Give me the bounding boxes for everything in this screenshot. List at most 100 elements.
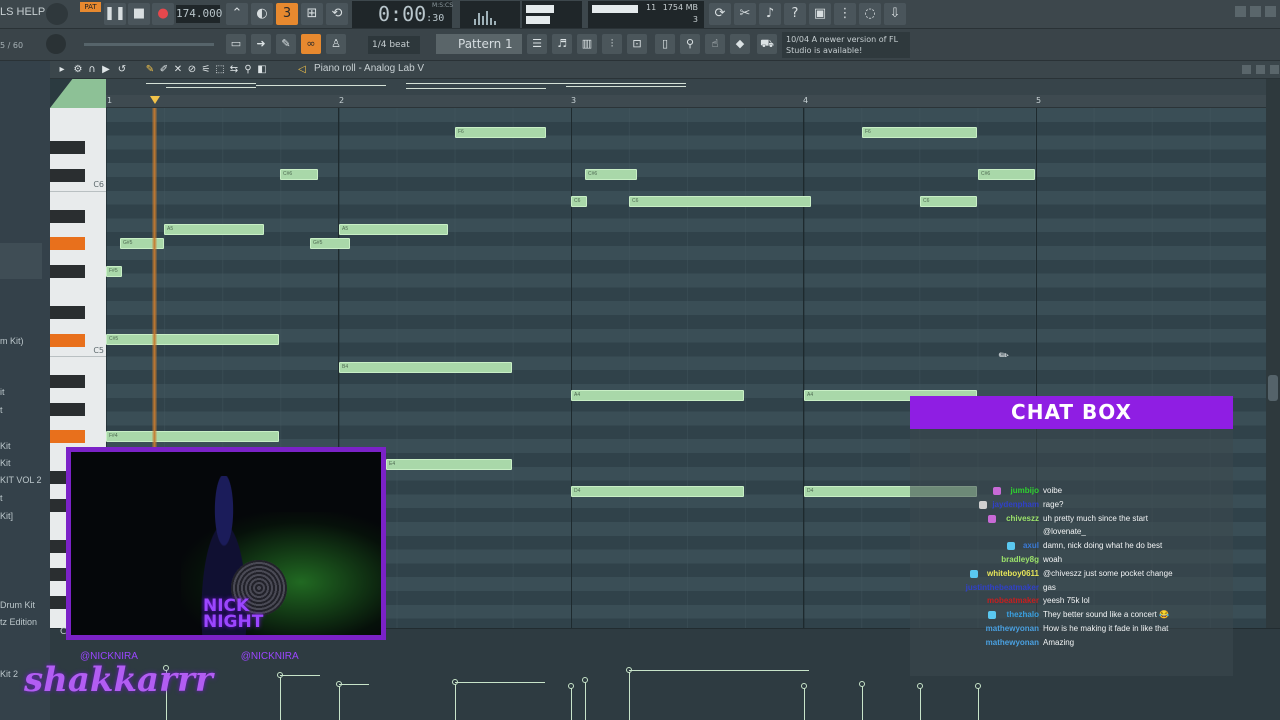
arrow-right-icon[interactable]: ➜ <box>251 34 271 54</box>
black-key-active[interactable] <box>50 430 85 443</box>
vertical-scroll-thumb[interactable] <box>1268 375 1278 401</box>
stop-button[interactable]: ■ <box>128 3 150 25</box>
cart-icon[interactable]: ⛟ <box>757 34 777 54</box>
refresh-icon[interactable]: ⟳ <box>709 3 731 25</box>
velocity-stem[interactable] <box>920 686 921 720</box>
timeline-ruler[interactable]: 1 2 3 4 5 <box>106 95 1266 108</box>
help-menu[interactable]: LS HELP <box>0 6 45 18</box>
browser-item[interactable]: it <box>0 387 5 397</box>
pr-close-icon[interactable] <box>1270 65 1279 74</box>
browser-item[interactable]: KIT VOL 2 <box>0 475 42 485</box>
velocity-handle[interactable] <box>582 677 588 683</box>
speaker-icon[interactable]: ◁ <box>296 64 308 76</box>
browser-item[interactable]: t <box>0 405 3 415</box>
velocity-handle[interactable] <box>975 683 981 689</box>
pause-button[interactable]: ❚❚ <box>104 3 126 25</box>
slip-icon[interactable]: ⇆ <box>228 64 240 76</box>
step-edit-icon[interactable]: ⊞ <box>301 3 323 25</box>
loop-icon[interactable]: ↺ <box>116 64 128 76</box>
file-icon[interactable]: ▯ <box>655 34 675 54</box>
midi-note[interactable]: A5 <box>339 224 448 235</box>
black-key[interactable] <box>50 169 85 182</box>
browser-item[interactable]: Kit <box>0 441 11 451</box>
stamp-icon[interactable]: ♙ <box>326 34 346 54</box>
midi-note[interactable]: F6 <box>455 127 546 138</box>
midi-note[interactable]: A5 <box>164 224 264 235</box>
mixer-icon[interactable]: ⋮ <box>834 3 856 25</box>
note-overview-strip[interactable] <box>106 79 1266 95</box>
midi-note[interactable]: F6 <box>862 127 977 138</box>
midi-note[interactable]: A4 <box>571 390 744 401</box>
playhead-marker[interactable] <box>150 96 160 104</box>
black-key[interactable] <box>50 403 85 416</box>
plugin-icon[interactable]: ⚲ <box>680 34 700 54</box>
midi-note[interactable]: F#4 <box>106 431 279 442</box>
velocity-stem[interactable] <box>585 680 586 720</box>
play-icon[interactable]: ▶ <box>100 64 112 76</box>
velocity-handle[interactable] <box>568 683 574 689</box>
channel-rack-icon[interactable]: ▥ <box>577 34 597 54</box>
piano-keyboard-icon[interactable]: ▭ <box>226 34 246 54</box>
velocity-handle[interactable] <box>917 683 923 689</box>
cut-icon[interactable]: ✂ <box>734 3 756 25</box>
brush-icon[interactable]: ✎ <box>276 34 296 54</box>
mute-icon[interactable]: ⊘ <box>186 64 198 76</box>
black-key[interactable] <box>50 210 85 223</box>
velocity-stem[interactable] <box>804 686 805 720</box>
midi-note[interactable]: E4 <box>386 459 512 470</box>
velocity-stem[interactable] <box>280 675 281 720</box>
piano-roll-icon[interactable]: ♬ <box>552 34 572 54</box>
master-pitch-knob[interactable] <box>46 34 66 54</box>
link-icon[interactable]: ∞ <box>301 34 321 54</box>
midi-note[interactable]: C#5 <box>106 334 279 345</box>
microphone-icon[interactable]: ♪ <box>759 3 781 25</box>
loop-record-icon[interactable]: ⟲ <box>326 3 348 25</box>
black-key[interactable] <box>50 375 85 388</box>
pattern-select[interactable]: Pattern 1 <box>436 34 522 54</box>
midi-note[interactable]: D4 <box>571 486 744 497</box>
velocity-stem[interactable] <box>571 686 572 720</box>
record-button[interactable]: ● <box>152 3 174 25</box>
zoom-icon[interactable]: ⚲ <box>242 64 254 76</box>
magnet-icon[interactable]: ∩ <box>86 64 98 76</box>
velocity-stem[interactable] <box>455 682 456 720</box>
black-key[interactable] <box>50 306 85 319</box>
browser-item[interactable]: Kit 2 <box>0 669 18 679</box>
update-news-panel[interactable]: 10/04 A newer version of FL Studio is av… <box>782 32 910 58</box>
velocity-stem[interactable] <box>339 684 340 720</box>
midi-note[interactable]: C#6 <box>978 169 1035 180</box>
countdown-icon[interactable]: 3 <box>276 3 298 25</box>
midi-note[interactable]: C6 <box>920 196 977 207</box>
midi-note[interactable]: G#5 <box>120 238 164 249</box>
browser-icon[interactable]: ⊡ <box>627 34 647 54</box>
master-slider[interactable] <box>84 43 214 46</box>
playback-icon[interactable]: ◧ <box>256 64 268 76</box>
menu-arrow-icon[interactable]: ▸ <box>56 64 68 76</box>
tag-icon[interactable]: ◆ <box>730 34 750 54</box>
black-key-active[interactable] <box>50 237 85 250</box>
midi-note[interactable]: C6 <box>571 196 587 207</box>
select-icon[interactable]: ⬚ <box>214 64 226 76</box>
browser-item[interactable]: Drum Kit <box>0 600 35 610</box>
midi-note[interactable]: G#5 <box>310 238 350 249</box>
paint-icon[interactable]: ✐ <box>158 64 170 76</box>
master-volume-knob[interactable] <box>46 3 68 25</box>
pr-minimize-icon[interactable] <box>1242 65 1251 74</box>
browser-item[interactable]: Kit <box>0 458 11 468</box>
wrench-icon[interactable]: ⚙ <box>72 64 84 76</box>
close-icon[interactable] <box>1265 6 1276 17</box>
browser-item[interactable]: Kit] <box>0 511 13 521</box>
midi-note[interactable]: C#6 <box>280 169 318 180</box>
snap-select[interactable]: 1/4 beat <box>368 36 420 54</box>
download-icon[interactable]: ⇩ <box>884 3 906 25</box>
black-key[interactable] <box>50 265 85 278</box>
velocity-stem[interactable] <box>978 686 979 720</box>
chat-icon[interactable]: ◌ <box>859 3 881 25</box>
mixer-sliders-icon[interactable]: ⫶ <box>602 34 622 54</box>
slice-icon[interactable]: ⚟ <box>200 64 212 76</box>
pencil-icon[interactable]: ✎ <box>144 64 156 76</box>
minimize-icon[interactable] <box>1235 6 1246 17</box>
velocity-stem[interactable] <box>862 684 863 720</box>
midi-note[interactable]: C6 <box>629 196 811 207</box>
save-icon[interactable]: ▣ <box>809 3 831 25</box>
